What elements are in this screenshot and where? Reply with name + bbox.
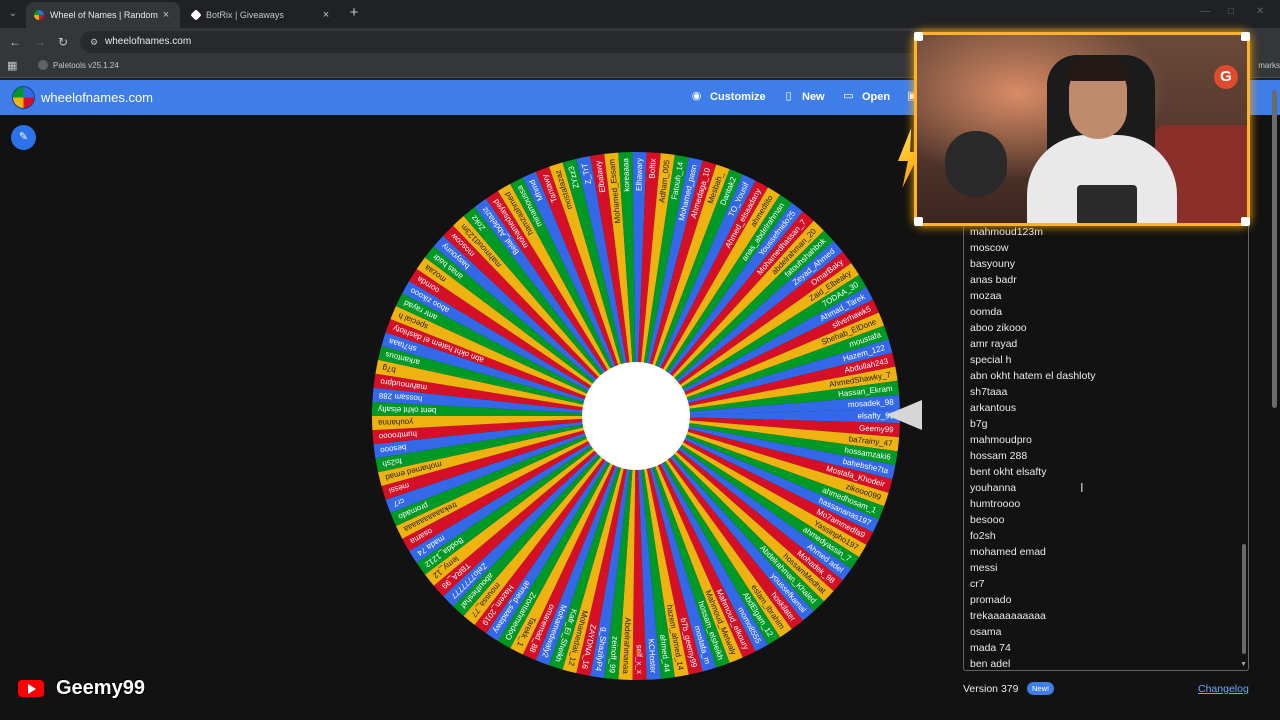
wheel-label: Boftix <box>647 158 657 179</box>
entry-line: youhanna <box>970 482 1017 494</box>
entry-line: ben adel <box>970 658 1011 670</box>
wheel-label: koreaaaa <box>621 157 631 191</box>
cam-person-hair <box>1067 57 1129 81</box>
browser-tabstrip: ⌄ Wheel of Names | Random nam × BotRix |… <box>0 0 1280 28</box>
close-window-icon[interactable]: ✕ <box>1256 6 1264 17</box>
entry-line: mozaa <box>970 290 1002 302</box>
tab-botrix[interactable]: BotRix | Giveaways × <box>184 2 340 28</box>
address-bar[interactable]: ⚙ wheelofnames.com <box>80 31 920 53</box>
all-bookmarks[interactable]: marks <box>1258 61 1280 70</box>
wheel-favicon-icon <box>34 10 44 20</box>
entry-line: anas badr <box>970 274 1017 286</box>
reload-icon[interactable]: ↻ <box>55 34 71 50</box>
cam-logo-icon: G <box>1214 65 1238 89</box>
entry-line: mada 74 <box>970 642 1011 654</box>
tab-title: BotRix | Giveaways <box>206 10 284 20</box>
open-button[interactable]: ▭ Open <box>842 90 890 103</box>
entry-line: basyouny <box>970 258 1015 270</box>
wheel-pointer <box>886 400 922 430</box>
entry-line: b7g <box>970 418 988 430</box>
botrix-favicon-icon <box>190 9 202 21</box>
wheel-label: bent okht elsafty <box>378 405 436 416</box>
entry-line: cr7 <box>970 578 985 590</box>
entries-textarea[interactable]: ▼ mahmoud123m moscow basyouny anas badr moza… <box>963 226 1249 671</box>
play-triangle-icon <box>28 684 36 694</box>
palette-icon: ◉ <box>691 90 702 102</box>
entry-line: hossam 288 <box>970 450 1028 462</box>
new-tab-icon[interactable]: + <box>346 5 362 21</box>
cam-shirt-print <box>1077 185 1137 223</box>
page-scroll-thumb[interactable] <box>1272 90 1277 408</box>
wheel-label: self_x_x <box>635 645 644 674</box>
entry-line: amr rayad <box>970 338 1018 350</box>
wheel-logo-icon[interactable] <box>12 86 35 109</box>
entry-line: promado <box>970 594 1012 606</box>
new-button[interactable]: ▯ New <box>782 90 825 103</box>
entry-line: arkantous <box>970 402 1017 414</box>
changelog-link[interactable]: Changelog <box>1198 683 1249 695</box>
entry-line: moscow <box>970 242 1009 254</box>
close-tab-icon[interactable]: × <box>160 9 172 21</box>
entry-line: mahmoudpro <box>970 434 1032 446</box>
entry-line: messi <box>970 562 998 574</box>
apps-grid-icon[interactable]: ▦ <box>7 60 19 72</box>
site-title[interactable]: wheelofnames.com <box>41 90 153 105</box>
entry-line: aboo zikooo <box>970 322 1027 334</box>
entry-line: bent okht elsafty <box>970 466 1047 478</box>
entry-line: humtroooo <box>970 498 1021 510</box>
new-label: New <box>802 90 825 103</box>
entry-line: fo2sh <box>970 530 996 542</box>
page-scrollbar[interactable] <box>1271 80 1278 410</box>
cam-corner-handle <box>1241 217 1250 226</box>
name-wheel[interactable]: elsafty_99Geemy99ba7rainy_47hossamzaki6b… <box>368 146 904 682</box>
scroll-down-arrow-icon[interactable]: ▼ <box>1240 661 1247 669</box>
version-label: Version 379 <box>963 683 1019 695</box>
entry-line: abn okht hatem el dashloty <box>970 370 1096 382</box>
cam-corner-handle <box>914 217 923 226</box>
entry-line: sh7taaa <box>970 386 1008 398</box>
screen: ⌄ Wheel of Names | Random nam × BotRix |… <box>0 0 1280 720</box>
tab-search-chevron-icon[interactable]: ⌄ <box>4 5 22 23</box>
open-label: Open <box>862 90 891 103</box>
entry-line: special h <box>970 354 1012 366</box>
wheel-label: Elhawary <box>635 158 644 191</box>
tab-title: Wheel of Names | Random nam <box>50 10 160 20</box>
maximize-icon[interactable]: □ <box>1228 6 1234 17</box>
entry-line: besooo <box>970 514 1005 526</box>
entry-line: mohamed emad <box>970 546 1046 558</box>
wheel-center-button[interactable] <box>582 362 690 470</box>
edit-pencil-icon[interactable]: ✎ <box>11 125 36 150</box>
wheel-label: youhanna <box>377 417 413 427</box>
cam-person-hand <box>945 131 1007 197</box>
youtube-icon <box>12 674 50 702</box>
folder-open-icon: ▭ <box>843 90 854 102</box>
close-tab-icon[interactable]: × <box>320 9 332 21</box>
bookmark-paletools[interactable]: Paletools v25.1.24 <box>38 60 119 70</box>
webcam-overlay: G <box>914 32 1250 226</box>
channel-name: Geemy99 <box>56 677 145 699</box>
text-cursor-icon: I <box>1080 480 1084 495</box>
cam-corner-handle <box>1241 32 1250 41</box>
entry-line: trekaaaaaaaaaa <box>970 610 1046 622</box>
entries-scroll-thumb[interactable] <box>1242 544 1246 654</box>
customize-button[interactable]: ◉ Customize <box>690 90 766 103</box>
site-settings-icon[interactable]: ⚙ <box>88 36 100 48</box>
entry-line: mahmoud123m <box>970 226 1043 238</box>
bookmark-favicon-icon <box>38 60 48 70</box>
customize-label: Customize <box>710 90 766 103</box>
new-file-icon: ▯ <box>785 90 792 102</box>
url-text: wheelofnames.com <box>105 36 192 47</box>
entry-line: oomda <box>970 306 1003 318</box>
cam-corner-handle <box>914 32 923 41</box>
forward-icon[interactable]: → <box>32 34 48 50</box>
entry-line: osama <box>970 626 1002 638</box>
bookmark-label: Paletools v25.1.24 <box>53 60 119 70</box>
tab-wheel-of-names[interactable]: Wheel of Names | Random nam × <box>26 2 180 28</box>
new-badge: New! <box>1027 682 1055 695</box>
back-icon[interactable]: ← <box>7 34 23 50</box>
minimize-icon[interactable]: — <box>1200 6 1210 17</box>
